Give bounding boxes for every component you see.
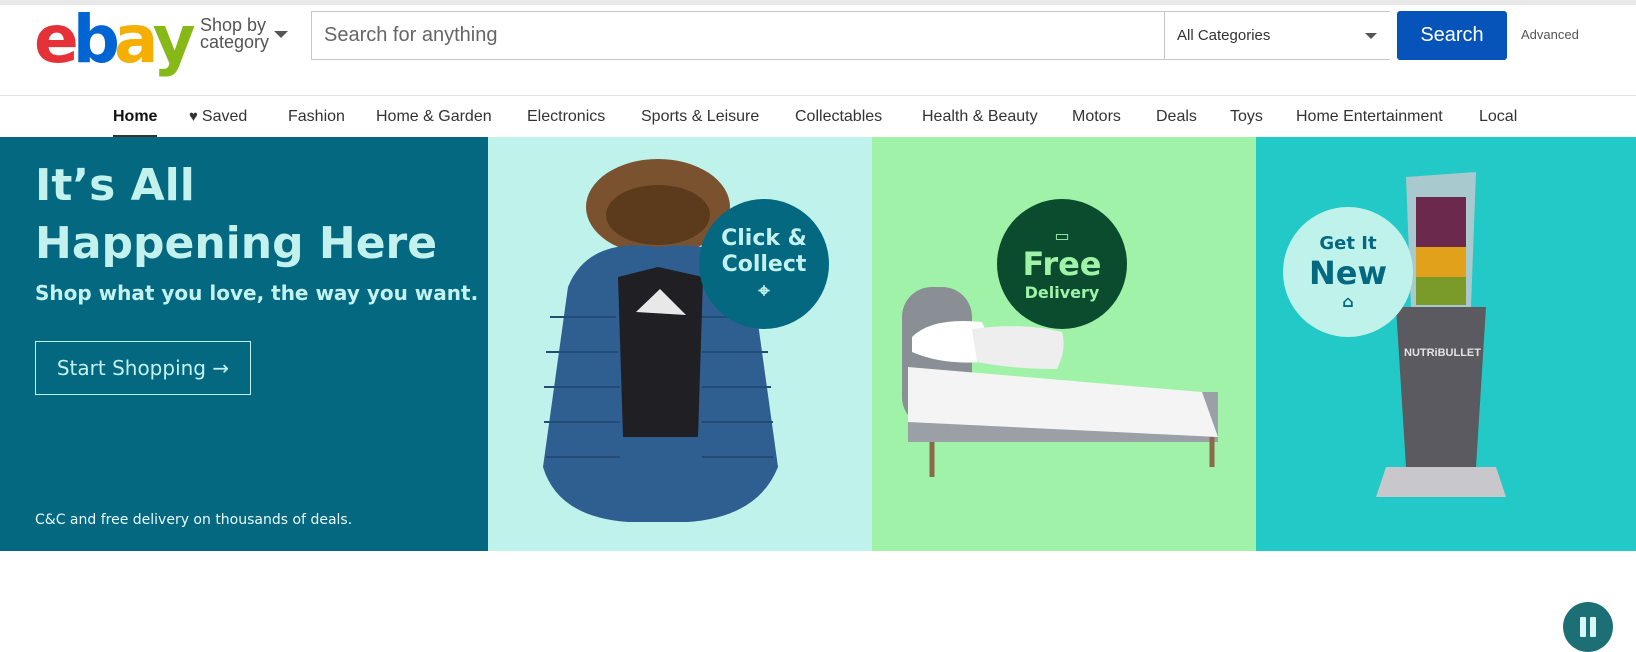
tag-icon: ⌂ — [1342, 292, 1354, 311]
ebay-logo[interactable]: ebay — [34, 1, 196, 78]
get-it-new-panel[interactable]: NUTRiBULLET Get It New ⌂ — [1256, 137, 1636, 551]
hero-banner: It’s All Happening Here Shop what you lo… — [0, 137, 1636, 652]
truck-icon: ▭ — [1054, 226, 1070, 245]
heart-icon: ♥ — [189, 108, 198, 125]
nav-item-local[interactable]: Local — [1479, 108, 1517, 126]
pause-icon-bar — [1590, 617, 1596, 637]
click-collect-badge: Click & Collect ⌖ — [699, 199, 829, 329]
chevron-down-icon — [1365, 33, 1377, 39]
search-input[interactable] — [312, 12, 1162, 59]
free-delivery-panel[interactable]: ▭ Free Delivery — [872, 137, 1256, 551]
product-brand: NUTRiBULLET — [1404, 347, 1481, 359]
search-bar: All Categories — [311, 11, 1390, 60]
nav-item-home-entertainment[interactable]: Home Entertainment — [1296, 108, 1443, 126]
delivery-label: Delivery — [1024, 283, 1100, 302]
nav-item-deals[interactable]: Deals — [1156, 108, 1197, 126]
hero-title: It’s All Happening Here — [35, 160, 438, 269]
pause-icon — [1580, 617, 1586, 637]
category-select[interactable]: All Categories — [1164, 12, 1391, 59]
get-it-label: Get It — [1319, 233, 1377, 254]
nav-item-toys[interactable]: Toys — [1230, 108, 1263, 126]
nav-item-saved-label: Saved — [201, 108, 248, 125]
chevron-down-icon — [274, 31, 288, 38]
nav-item-health-beauty[interactable]: Health & Beauty — [922, 108, 1038, 126]
logo-letter-b: b — [72, 1, 120, 78]
free-label: Free — [1022, 245, 1102, 283]
jacket-image — [543, 159, 778, 522]
nav-item-collectables[interactable]: Collectables — [795, 108, 882, 126]
nav-item-home[interactable]: Home — [113, 108, 157, 126]
click-collect-line2: Collect — [721, 252, 807, 277]
category-nav: Home ♥ Saved Fashion Home & Garden Electr… — [0, 95, 1636, 138]
pause-carousel-button[interactable] — [1563, 602, 1613, 652]
logo-letter-a: a — [114, 1, 158, 78]
nav-item-home-garden[interactable]: Home & Garden — [376, 108, 492, 126]
hero-subtitle: Shop what you love, the way you want. — [35, 281, 479, 305]
header: ebay Shop by category All Categories Sea… — [0, 5, 1636, 95]
hero-text-panel: It’s All Happening Here Shop what you lo… — [0, 137, 488, 551]
search-button[interactable]: Search — [1397, 11, 1507, 60]
nav-item-fashion[interactable]: Fashion — [288, 108, 345, 126]
logo-letter-y: y — [152, 1, 196, 78]
blender-image — [1376, 172, 1506, 497]
start-shopping-button[interactable]: Start Shopping → — [35, 341, 251, 395]
nav-item-sports-leisure[interactable]: Sports & Leisure — [641, 108, 759, 126]
click-collect-line1: Click & — [721, 226, 807, 251]
advanced-search-link[interactable]: Advanced — [1521, 27, 1579, 42]
click-collect-panel[interactable]: Click & Collect ⌖ — [488, 137, 872, 551]
new-label: New — [1308, 254, 1388, 292]
hero-footnote: C&C and free delivery on thousands of de… — [35, 512, 353, 528]
nav-item-motors[interactable]: Motors — [1072, 108, 1121, 126]
category-select-value: All Categories — [1177, 27, 1271, 44]
logo-letter-e: e — [34, 1, 79, 78]
location-pin-icon: ⌖ — [758, 278, 770, 302]
get-it-new-badge: Get It New ⌂ — [1283, 207, 1413, 337]
nav-item-saved[interactable]: ♥ Saved — [189, 108, 247, 126]
nav-item-electronics[interactable]: Electronics — [527, 108, 605, 126]
shop-by-line2: category — [200, 32, 270, 52]
shop-by-category-button[interactable]: Shop by category — [200, 16, 288, 52]
free-delivery-badge: ▭ Free Delivery — [997, 199, 1127, 329]
